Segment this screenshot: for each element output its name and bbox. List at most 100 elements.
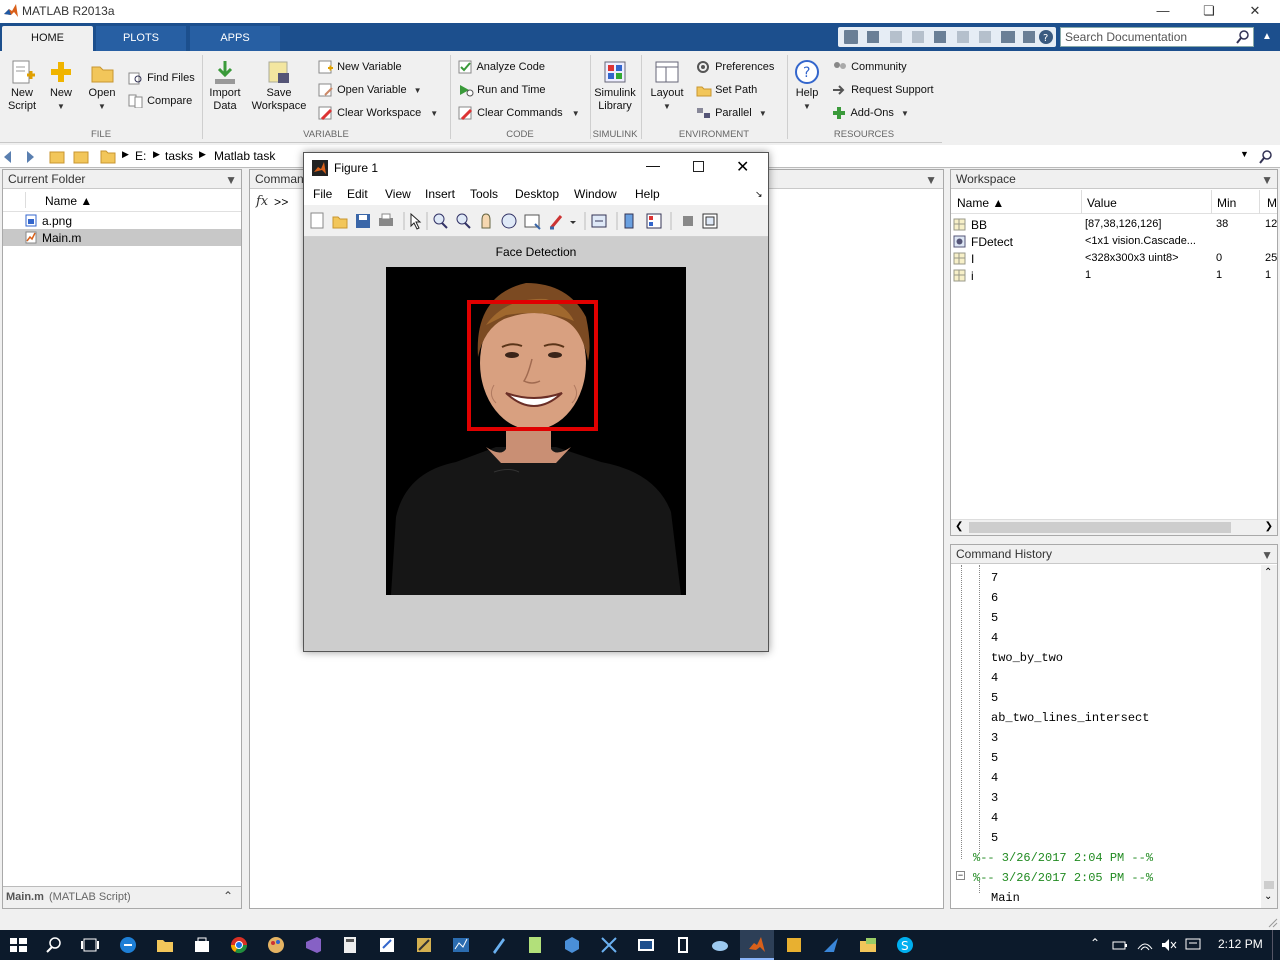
table-row[interactable]: I <328x300x3 uint8> 0 25: [951, 250, 1277, 267]
history-line[interactable]: two_by_two: [991, 651, 1063, 665]
new-variable-button[interactable]: New Variable: [318, 60, 402, 74]
parallel-button[interactable]: Parallel ▼: [696, 106, 767, 120]
simulink-library-button[interactable]: Simulink Library: [592, 59, 638, 113]
collapse-ribbon-icon[interactable]: ▲: [1262, 31, 1272, 42]
path-dropdown-icon[interactable]: ▼: [1240, 149, 1249, 159]
close-button[interactable]: ✕: [1232, 0, 1278, 23]
file-explorer-icon[interactable]: [155, 935, 175, 955]
cloud-app-icon[interactable]: [710, 935, 730, 955]
open-button[interactable]: Open ▼: [84, 59, 120, 113]
help-button[interactable]: ? Help ▼: [790, 59, 824, 113]
scroll-down-icon[interactable]: ⌄: [1264, 891, 1272, 902]
panel-menu-icon[interactable]: ▼: [925, 171, 937, 189]
menu-file[interactable]: File: [313, 187, 332, 201]
wifi-icon[interactable]: [1136, 937, 1154, 953]
history-line[interactable]: 4: [991, 811, 998, 825]
battery-icon[interactable]: [1112, 938, 1128, 952]
layout-button[interactable]: Layout ▼: [646, 59, 688, 113]
name-column-header[interactable]: Name ▲: [45, 194, 92, 208]
notepad-icon[interactable]: [525, 935, 545, 955]
panel-menu-icon[interactable]: ▼: [1261, 171, 1273, 189]
clock[interactable]: 2:12 PM: [1218, 937, 1263, 951]
history-line[interactable]: 5: [991, 691, 998, 705]
chart-app-icon[interactable]: [451, 935, 471, 955]
paint-icon[interactable]: [266, 935, 286, 955]
history-session-header[interactable]: %-- 3/26/2017 2:04 PM --%: [973, 851, 1153, 865]
figure-canvas[interactable]: Face Detection: [304, 237, 768, 651]
menu-view[interactable]: View: [385, 187, 411, 201]
vertical-scrollbar[interactable]: ⌃ ⌄: [1261, 565, 1277, 908]
history-line[interactable]: 4: [991, 631, 998, 645]
ws-col-name[interactable]: Name ▲: [957, 196, 1004, 210]
notes-app-icon[interactable]: [377, 935, 397, 955]
command-prompt[interactable]: >>: [274, 196, 288, 210]
tab-home[interactable]: HOME: [2, 26, 93, 51]
history-line[interactable]: Main: [991, 891, 1020, 905]
history-line[interactable]: 5: [991, 831, 998, 845]
film-app-icon[interactable]: [673, 935, 693, 955]
find-files-button[interactable]: Find Files: [128, 71, 195, 85]
analyze-code-button[interactable]: Analyze Code: [458, 60, 545, 74]
run-and-time-button[interactable]: Run and Time: [458, 83, 546, 97]
resize-grip-icon[interactable]: [1266, 916, 1278, 928]
quick-access-icons[interactable]: ?: [838, 27, 1056, 47]
chrome-icon[interactable]: [229, 935, 249, 955]
horizontal-scrollbar[interactable]: ❮ ❯: [951, 519, 1277, 535]
scrollbar-thumb[interactable]: [969, 522, 1231, 533]
show-desktop-button[interactable]: [1272, 930, 1273, 960]
history-line[interactable]: 4: [991, 771, 998, 785]
wing-app-icon[interactable]: [821, 935, 841, 955]
scrollbar-thumb[interactable]: [1264, 881, 1274, 889]
chevron-up-icon[interactable]: ⌃: [223, 889, 233, 903]
windows-start-icon[interactable]: [8, 935, 28, 955]
history-line[interactable]: 5: [991, 611, 998, 625]
import-data-button[interactable]: Import Data: [206, 59, 244, 113]
ws-col-min[interactable]: Min: [1217, 196, 1236, 210]
search-folder-icon[interactable]: [1258, 149, 1274, 165]
matlab-taskbar-button[interactable]: [740, 930, 774, 960]
task-view-icon[interactable]: [80, 935, 100, 955]
history-list[interactable]: 7 6 5 4 two_by_two 4 5 ab_two_lines_inte…: [951, 565, 1261, 908]
menu-insert[interactable]: Insert: [425, 187, 455, 201]
new-script-button[interactable]: New Script: [4, 59, 40, 113]
dock-figure-icon[interactable]: ↘: [755, 189, 763, 200]
minimize-button[interactable]: —: [1140, 0, 1186, 23]
path-segment[interactable]: E:: [135, 149, 146, 163]
details-bar[interactable]: Main.m (MATLAB Script) ⌃: [3, 886, 241, 908]
list-item[interactable]: a.png: [3, 212, 241, 229]
search-icon[interactable]: [1236, 30, 1250, 44]
ws-col-max[interactable]: M: [1267, 196, 1277, 210]
save-workspace-button[interactable]: Save Workspace: [248, 59, 310, 113]
list-item-selected[interactable]: Main.m: [3, 229, 241, 246]
scroll-left-icon[interactable]: ❮: [955, 521, 963, 532]
history-line[interactable]: 3: [991, 791, 998, 805]
open-variable-button[interactable]: Open Variable ▼: [318, 83, 422, 97]
media-app-icon[interactable]: [636, 935, 656, 955]
cube-app-icon[interactable]: [562, 935, 582, 955]
tools-app-icon[interactable]: [414, 935, 434, 955]
compare-button[interactable]: Compare: [128, 94, 192, 109]
path-segment[interactable]: tasks: [165, 149, 193, 163]
panel-menu-icon[interactable]: ▼: [1261, 546, 1273, 564]
menu-help[interactable]: Help: [635, 187, 660, 201]
menu-tools[interactable]: Tools: [470, 187, 498, 201]
menu-edit[interactable]: Edit: [347, 187, 368, 201]
table-row[interactable]: FDetect <1x1 vision.Cascade...: [951, 233, 1277, 250]
ws-col-value[interactable]: Value: [1087, 196, 1117, 210]
path-segment[interactable]: Matlab task: [214, 149, 275, 163]
store-icon[interactable]: [192, 935, 212, 955]
add-ons-button[interactable]: Add-Ons ▼: [832, 106, 909, 120]
panel-menu-icon[interactable]: ▼: [225, 171, 237, 189]
tab-plots[interactable]: PLOTS: [96, 26, 186, 51]
history-session-header[interactable]: %-- 3/26/2017 2:05 PM --%: [973, 871, 1153, 885]
scroll-up-icon[interactable]: ⌃: [1264, 567, 1272, 578]
history-line[interactable]: 6: [991, 591, 998, 605]
history-line[interactable]: 7: [991, 571, 998, 585]
collapse-session-icon[interactable]: −: [956, 871, 965, 880]
folder-column-header[interactable]: Name ▲: [3, 190, 241, 212]
network-app-icon[interactable]: [599, 935, 619, 955]
visual-studio-icon[interactable]: [303, 935, 323, 955]
menu-window[interactable]: Window: [574, 187, 617, 201]
new-button[interactable]: New ▼: [44, 59, 78, 113]
preferences-button[interactable]: Preferences: [696, 60, 774, 74]
